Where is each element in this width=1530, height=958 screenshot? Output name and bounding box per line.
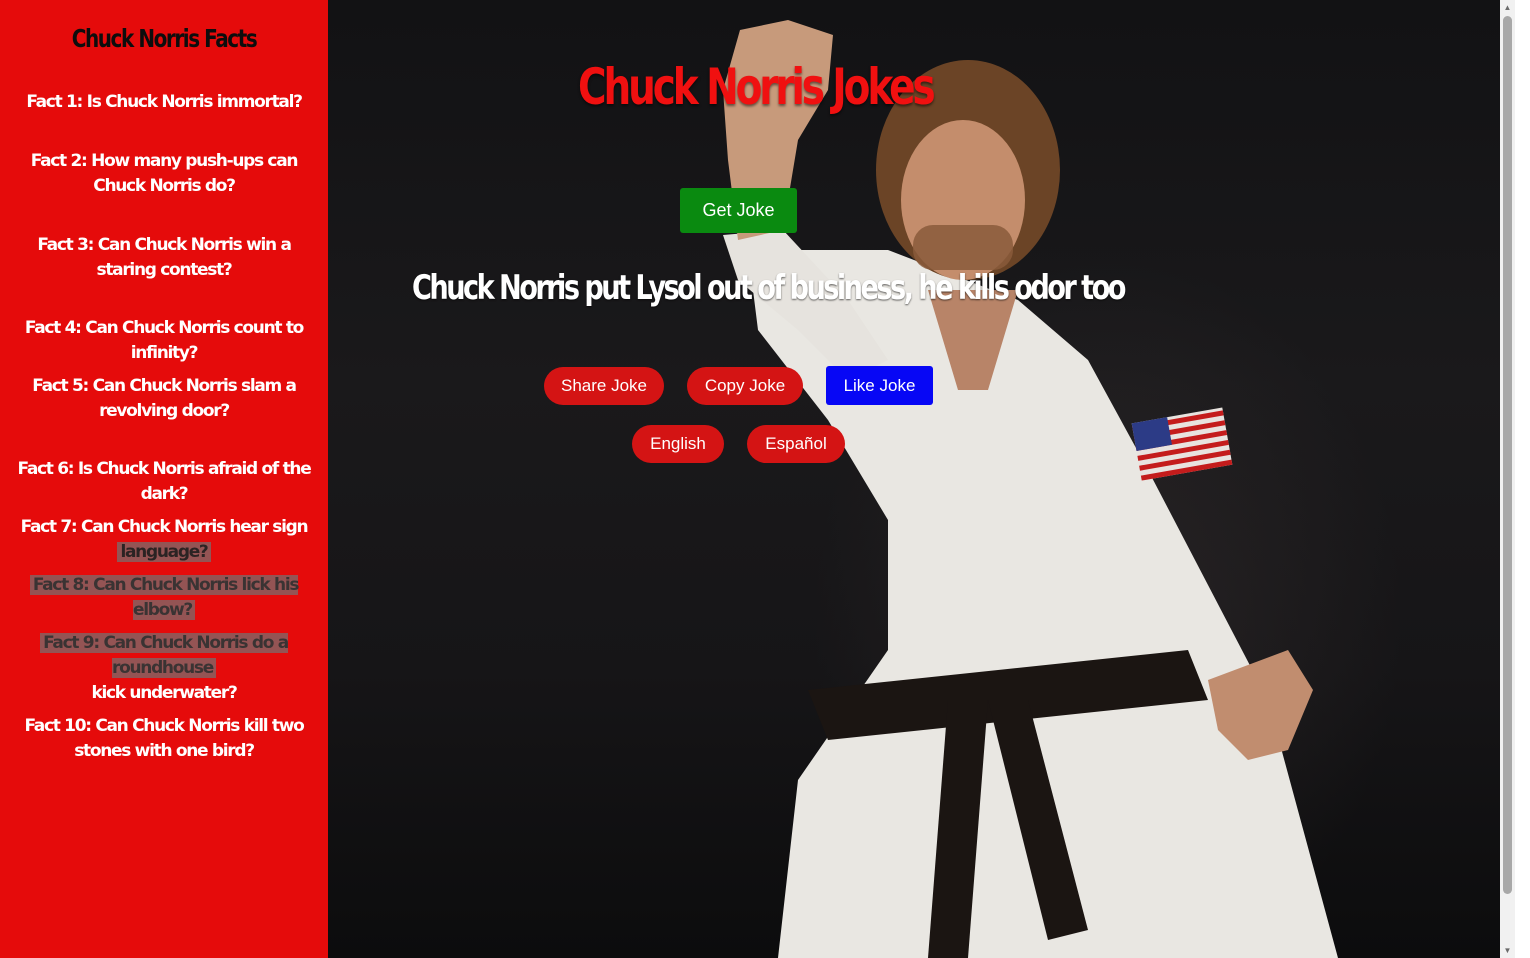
share-joke-button[interactable]: Share Joke (544, 367, 664, 405)
like-joke-button[interactable]: Like Joke (826, 366, 933, 405)
fact-link-1[interactable]: Fact 1: Is Chuck Norris immortal? (12, 90, 316, 115)
hero-section: Chuck Norris Jokes Get Joke Chuck Norris… (328, 0, 1500, 958)
page-title: Chuck Norris Jokes (578, 58, 936, 116)
get-joke-button[interactable]: Get Joke (680, 188, 797, 233)
fact-9-highlight: Fact 9: Can Chuck Norris do a roundhouse (40, 633, 289, 678)
fact-link-5[interactable]: Fact 5: Can Chuck Norris slam a revolvin… (12, 374, 316, 424)
fact-7-text: Fact 7: Can Chuck Norris hear sign (20, 517, 309, 537)
sidebar-title: Chuck Norris Facts (71, 24, 258, 53)
karate-photo (723, 20, 1338, 958)
fact-8-highlight: Fact 8: Can Chuck Norris lick his elbow? (29, 575, 299, 620)
scroll-down-arrow-icon[interactable]: ▼ (1500, 943, 1515, 958)
fact-link-3[interactable]: Fact 3: Can Chuck Norris win a staring c… (12, 233, 316, 283)
window-edge (1515, 0, 1530, 958)
joke-text: Chuck Norris put Lysol out of business, … (412, 268, 1126, 308)
fact-link-6[interactable]: Fact 6: Is Chuck Norris afraid of the da… (12, 457, 316, 507)
fact-link-10[interactable]: Fact 10: Can Chuck Norris kill two stone… (12, 714, 316, 764)
spanish-language-button[interactable]: Español (747, 425, 845, 463)
fact-link-7[interactable]: Fact 7: Can Chuck Norris hear sign langu… (12, 515, 316, 565)
fact-9-text: kick underwater? (91, 683, 238, 703)
vertical-scrollbar[interactable]: ▲ ▼ (1500, 0, 1515, 958)
fact-link-4[interactable]: Fact 4: Can Chuck Norris count to infini… (12, 316, 316, 366)
scroll-thumb[interactable] (1503, 16, 1512, 894)
fact-7-highlight: language? (117, 542, 211, 562)
english-language-button[interactable]: English (632, 425, 724, 463)
copy-joke-button[interactable]: Copy Joke (687, 367, 803, 405)
scroll-up-arrow-icon[interactable]: ▲ (1500, 0, 1515, 15)
fact-link-8[interactable]: Fact 8: Can Chuck Norris lick his elbow? (12, 573, 316, 623)
facts-sidebar: Chuck Norris Facts Fact 1: Is Chuck Norr… (0, 0, 328, 958)
fact-link-2[interactable]: Fact 2: How many push-ups can Chuck Norr… (12, 149, 316, 199)
fact-link-9[interactable]: Fact 9: Can Chuck Norris do a roundhouse… (12, 631, 316, 706)
